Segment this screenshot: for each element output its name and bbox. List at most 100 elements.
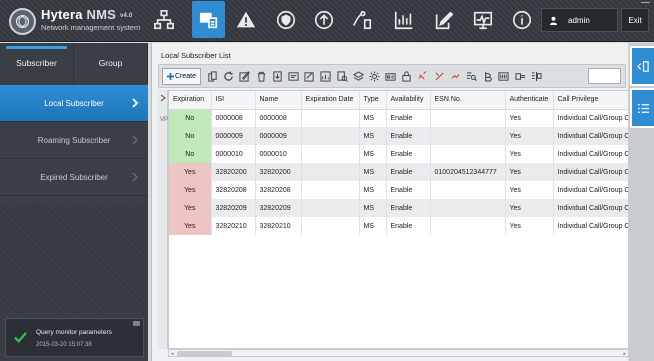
refresh-icon[interactable] [222, 69, 235, 84]
collapse-icon[interactable] [133, 321, 140, 326]
name-cell: 0000009 [255, 127, 302, 145]
chevron-right-icon [132, 172, 139, 182]
layers-icon[interactable] [352, 69, 365, 84]
chevron-right-icon [132, 135, 139, 145]
user-icon [549, 16, 558, 25]
type-cell: MS [359, 163, 387, 181]
isi-cell: 0000010 [211, 145, 256, 163]
scrollbar-thumb[interactable] [177, 351, 232, 356]
column-header[interactable]: Name [255, 91, 302, 110]
horizontal-scrollbar[interactable]: ◂ ▸ [168, 349, 629, 357]
edit-record-icon[interactable] [430, 6, 458, 34]
table-row[interactable]: Yes 32820208 32820208 MS Enable Yes Indi… [169, 181, 628, 199]
user-account-box[interactable]: admin [541, 8, 618, 32]
batch-delete-icon[interactable] [206, 69, 219, 84]
sidebar-item-roaming-subscriber[interactable]: Roaming Subscriber [0, 122, 148, 159]
isi-cell: 0000009 [211, 127, 256, 145]
call-privilege-cell: Individual Call/Group Ca [553, 163, 628, 181]
table-row[interactable]: No 0000009 0000009 MS Enable Yes Individ… [169, 127, 628, 145]
upload-icon[interactable] [310, 6, 338, 34]
report-icon[interactable] [319, 69, 332, 84]
alarm-icon[interactable] [232, 6, 260, 34]
authenticate-cell: Yes [505, 199, 554, 217]
info-icon[interactable] [508, 6, 536, 34]
column-header[interactable]: Authenticate [505, 91, 554, 110]
expiration-cell: No [169, 145, 212, 163]
currency-icon[interactable] [481, 69, 494, 84]
sidebar-item-local-subscriber[interactable]: Local Subscriber [0, 85, 148, 122]
availability-cell: Enable [386, 127, 431, 145]
table-row[interactable]: Yes 32820210 32820210 MS Enable Yes Indi… [169, 217, 628, 235]
table-row[interactable]: Yes 32820200 32820200 MS Enable 01002045… [169, 163, 628, 181]
expiration-date-cell [301, 145, 360, 163]
barcode-icon[interactable] [497, 69, 510, 84]
brand: Hytera NMS v4.0 Network management system [41, 7, 140, 32]
column-header[interactable]: Expiration [169, 91, 212, 110]
expiration-date-cell [301, 199, 360, 217]
settings-icon[interactable] [368, 69, 381, 84]
table-row[interactable]: Yes 32820209 32820209 MS Enable Yes Indi… [169, 199, 628, 217]
column-header[interactable]: Availability [386, 91, 431, 110]
column-header[interactable]: ISI [211, 91, 256, 110]
list-icon [637, 103, 649, 113]
column-settings-icon[interactable] [530, 69, 543, 84]
isi-cell: 0000008 [211, 109, 256, 127]
lock-icon[interactable] [400, 69, 413, 84]
sidebar-item-expired-subscriber[interactable]: Expired Subscriber [0, 159, 148, 196]
main-panel: Local Subscriber List Create VPN Expirat… [151, 43, 629, 361]
name-cell: 32820208 [255, 181, 302, 199]
rail-subscriber-operation-button[interactable] [630, 46, 654, 86]
notification-panel[interactable]: Query monitor parameters 2015-03-20 15:0… [5, 318, 144, 357]
subscriber-icon[interactable] [192, 1, 225, 38]
column-header[interactable]: Type [359, 91, 387, 110]
topology-icon[interactable] [150, 6, 178, 34]
connect-icon[interactable] [514, 69, 527, 84]
create-label: Create [175, 72, 197, 80]
transfer-icon[interactable] [287, 69, 300, 84]
page-title: Local Subscriber List [161, 51, 231, 60]
success-check-icon [14, 332, 27, 343]
call-privilege-cell: Individual Call/Group Ca [553, 145, 628, 163]
vpn-side-strip[interactable]: VPN [158, 90, 172, 349]
radio-icon[interactable] [384, 69, 397, 84]
expiration-cell: No [169, 109, 212, 127]
column-header[interactable]: ESN No. [430, 91, 506, 110]
table-row[interactable]: No 0000010 0000010 MS Enable Yes Individ… [169, 145, 628, 163]
delete-icon[interactable] [255, 69, 268, 84]
scroll-right-icon[interactable]: ▸ [623, 351, 626, 357]
security-icon[interactable] [272, 6, 300, 34]
table-row[interactable]: No 0000008 0000008 MS Enable Yes Individ… [169, 109, 628, 127]
modify-icon[interactable] [303, 69, 316, 84]
call-privilege-cell: Individual Call/Group Ca [553, 127, 628, 145]
rail-list-button[interactable] [630, 88, 654, 128]
scroll-left-icon[interactable]: ◂ [171, 351, 174, 357]
statistics-icon[interactable] [390, 6, 418, 34]
expiration-date-cell [301, 217, 360, 235]
tab-subscriber[interactable]: Subscriber [0, 43, 74, 83]
expand-arrow-icon[interactable] [160, 94, 166, 102]
query-icon[interactable] [336, 69, 349, 84]
minimize-icon[interactable] [641, 0, 650, 3]
column-header[interactable]: Call Privilege [553, 91, 628, 110]
import-icon[interactable] [271, 69, 284, 84]
availability-cell: Enable [386, 109, 431, 127]
exit-button[interactable]: Exit [621, 8, 649, 32]
list-search-icon[interactable] [465, 69, 478, 84]
column-header[interactable]: Expiration Date [301, 91, 360, 110]
nms-window: Hytera NMS v4.0 Network management system [0, 0, 654, 361]
type-cell: MS [359, 181, 387, 199]
toolbar-search-input[interactable] [588, 68, 621, 84]
disconnect-icon[interactable] [449, 69, 462, 84]
call-privilege-cell: Individual Call/Group Ca [553, 181, 628, 199]
name-cell: 0000008 [255, 109, 302, 127]
monitor-icon[interactable] [469, 6, 497, 34]
create-button[interactable]: Create [162, 67, 202, 85]
authenticate-cell: Yes [505, 145, 554, 163]
tab-group[interactable]: Group [74, 43, 148, 83]
unlink-icon[interactable] [433, 69, 446, 84]
availability-cell: Enable [386, 181, 431, 199]
brand-version: v4.0 [119, 12, 133, 19]
user-operate-icon[interactable] [348, 6, 376, 34]
link-icon[interactable] [416, 69, 429, 84]
edit-icon[interactable] [238, 69, 251, 84]
